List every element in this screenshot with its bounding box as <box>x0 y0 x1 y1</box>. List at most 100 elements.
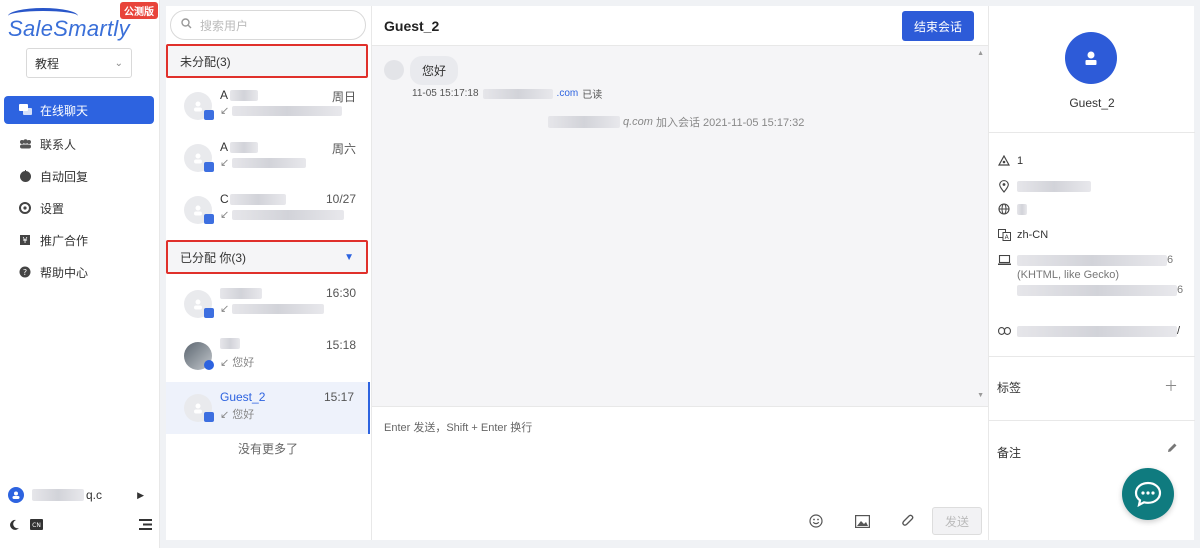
beta-badge: 公测版 <box>120 2 158 19</box>
redacted-preview <box>232 210 345 221</box>
avatar <box>184 342 214 370</box>
svg-text:¥: ¥ <box>22 236 27 245</box>
avatar <box>184 394 214 422</box>
logo-text: SaleSmartly <box>8 16 130 41</box>
redacted-url <box>1017 325 1177 337</box>
add-tag-icon[interactable]: ＋ <box>1164 376 1178 396</box>
nav-label: 设置 <box>40 201 65 216</box>
incoming-arrow-icon: ↙ <box>220 409 230 421</box>
scroll-down-arrow[interactable]: ▼ <box>977 392 984 399</box>
conversation-item[interactable]: A 周六 ↙ <box>166 132 370 184</box>
system-note: q.com 加入会话 2021-11-05 15:17:32 <box>548 114 804 130</box>
incoming-arrow-icon: ↙ <box>220 357 230 369</box>
nav-label: 在线聊天 <box>40 103 89 118</box>
chevron-down-icon: ⌄ <box>114 57 123 69</box>
gear-icon <box>18 201 32 215</box>
scroll-up-arrow[interactable]: ▲ <box>977 50 984 57</box>
ua-fragment: 6 <box>1177 284 1184 296</box>
end-conversation-button[interactable]: 结束会话 <box>902 11 974 41</box>
email-channel-icon <box>204 162 214 172</box>
conversation-time: 周日 <box>331 90 356 104</box>
attachment-icon[interactable] <box>900 513 916 529</box>
nav-item-affiliate[interactable]: ¥ 推广合作 <box>4 224 154 256</box>
collapse-menu-icon[interactable] <box>139 519 152 533</box>
contacts-icon <box>18 137 32 151</box>
conversation-item[interactable]: 15:18 ↙ 您好 <box>166 330 370 382</box>
redacted-ip <box>1017 203 1027 215</box>
messenger-channel-icon <box>204 360 214 370</box>
edit-note-icon[interactable] <box>1166 441 1178 457</box>
incoming-arrow-icon: ↙ <box>220 303 230 315</box>
workspace-select[interactable]: 教程 ⌄ <box>26 48 132 78</box>
support-chat-button[interactable] <box>1122 468 1174 520</box>
avatar <box>184 196 214 224</box>
redacted-name <box>220 338 240 349</box>
avatar <box>384 60 404 80</box>
redacted-name <box>230 194 286 205</box>
conversation-item[interactable]: A 周日 ↙ <box>166 80 370 132</box>
conversation-item-active[interactable]: Guest_2 15:17 ↙ 您好 <box>166 382 370 434</box>
ua-fragment: 6 <box>1167 254 1174 266</box>
user-agent-text: 6 (KHTML, like Gecko) 6 <box>1017 253 1185 298</box>
assigned-label: 已分配 你(3) <box>180 250 247 265</box>
redacted-ua <box>1017 254 1167 266</box>
incoming-arrow-icon: ↙ <box>220 157 230 169</box>
notes-label: 备注 <box>997 446 1022 460</box>
send-button[interactable]: 发送 <box>932 507 982 535</box>
redacted-location <box>1017 180 1091 192</box>
affiliate-icon: ¥ <box>18 233 32 247</box>
nav-item-live-chat[interactable]: 在线聊天 <box>4 96 154 124</box>
conversation-preview: ↙ 您好 <box>220 406 254 422</box>
conversation-name: A <box>220 88 229 102</box>
caret-down-icon[interactable]: ▼ <box>344 252 354 263</box>
url-row: / <box>997 324 1180 338</box>
nav-item-contacts[interactable]: 联系人 <box>4 128 154 160</box>
email-suffix: .com <box>556 88 579 99</box>
avatar <box>184 144 214 172</box>
avatar <box>8 487 24 503</box>
url-fragment: / <box>1177 325 1181 337</box>
link-icon <box>997 324 1011 338</box>
user-agent-row: 6 (KHTML, like Gecko) 6 <box>997 253 1185 298</box>
brand-logo[interactable]: SaleSmartly 公测版 <box>8 2 158 42</box>
emoji-icon[interactable] <box>808 513 824 529</box>
message-bubble: 您好 <box>410 56 459 85</box>
visits-icon <box>997 154 1011 168</box>
system-note-text: 加入会话 2021-11-05 15:17:32 <box>655 117 805 129</box>
nav-item-auto-reply[interactable]: 自动回复 <box>4 160 154 192</box>
search-input[interactable]: 搜索用户 <box>170 10 366 40</box>
conversation-item[interactable]: 16:30 ↙ <box>166 278 370 330</box>
unassigned-group-header[interactable]: 未分配(3) <box>166 44 368 78</box>
nav-item-settings[interactable]: 设置 <box>4 192 154 224</box>
avatar <box>184 92 214 120</box>
redacted-preview <box>232 106 343 117</box>
message-timestamp: 11-05 15:17:18 <box>412 88 479 99</box>
redacted-email <box>482 88 553 99</box>
divider <box>989 420 1195 421</box>
assigned-group-header[interactable]: 已分配 你(3) ▼ <box>166 240 368 274</box>
moon-icon[interactable] <box>8 519 20 534</box>
message-meta: 11-05 15:17:18 .com 已读 <box>412 86 602 101</box>
app-root: SaleSmartly 公测版 教程 ⌄ 在线聊天 联系人 自动回复 设置 ¥ … <box>0 0 1200 548</box>
email-channel-icon <box>204 110 214 120</box>
nav-item-help-center[interactable]: ? 帮助中心 <box>4 256 154 288</box>
globe-icon <box>997 202 1011 216</box>
account-email-suffix: q.c <box>86 488 103 502</box>
redacted-name <box>230 142 258 153</box>
redacted-preview <box>232 158 307 169</box>
list-end-note: 没有更多了 <box>237 442 298 456</box>
message-composer[interactable]: Enter 发送，Shift + Enter 换行 发送 <box>372 406 988 540</box>
redacted-name <box>220 288 262 299</box>
conversation-item[interactable]: C 10/27 ↙ <box>166 184 370 236</box>
unassigned-label: 未分配(3) <box>180 54 231 69</box>
account-menu[interactable]: q.c ▶ <box>8 484 152 506</box>
search-icon <box>181 18 192 32</box>
image-icon[interactable] <box>854 513 870 529</box>
conversation-list: 搜索用户 未分配(3) A 周日 ↙ A 周六 ↙ C 10/27 ↙ 已分配 … <box>166 6 372 540</box>
language-icon[interactable]: CN <box>30 519 43 533</box>
nav-label: 联系人 <box>40 137 77 152</box>
conversation-preview: ↙ <box>220 156 307 169</box>
conversation-time: 16:30 <box>325 286 356 300</box>
location-pin-icon <box>997 179 1011 193</box>
nav-label: 帮助中心 <box>40 265 89 280</box>
